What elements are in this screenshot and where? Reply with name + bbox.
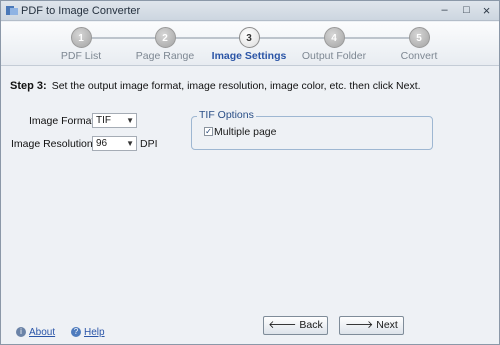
- app-icon: [6, 6, 18, 15]
- window-title: PDF to Image Converter: [21, 5, 141, 17]
- app-window: PDF to Image Converter – □ × 1 PDF List …: [0, 0, 500, 345]
- step-convert: 5 Convert: [379, 27, 459, 62]
- help-link[interactable]: Help: [84, 327, 105, 338]
- step-number-circle: 5: [408, 27, 430, 48]
- chevron-down-icon: ▼: [126, 116, 134, 125]
- help-icon: ?: [71, 327, 81, 337]
- step-label: Convert: [400, 50, 438, 62]
- image-format-value: TIF: [96, 115, 111, 126]
- info-icon: i: [16, 327, 26, 337]
- step-label: Image Settings: [211, 50, 287, 62]
- close-button[interactable]: ×: [480, 4, 493, 17]
- step-label: PDF List: [60, 50, 102, 62]
- step-page-range: 2 Page Range: [125, 27, 205, 62]
- back-label: Back: [299, 319, 323, 331]
- next-button[interactable]: 🡒 Next: [339, 316, 404, 335]
- multiple-page-label[interactable]: Multiple page: [214, 126, 276, 138]
- chevron-down-icon: ▼: [126, 139, 134, 148]
- step-output-folder: 4 Output Folder: [294, 27, 374, 62]
- about-link[interactable]: About: [29, 327, 55, 338]
- image-resolution-select[interactable]: 96 ▼: [92, 136, 137, 151]
- image-format-label: Image Format:: [29, 115, 98, 127]
- maximize-button[interactable]: □: [460, 4, 473, 17]
- minimize-button[interactable]: –: [438, 4, 451, 17]
- tif-options-title: TIF Options: [197, 109, 256, 121]
- step-number-circle: 1: [70, 27, 92, 48]
- image-resolution-label: Image Resolution:: [11, 138, 96, 150]
- instruction-text: Set the output image format, image resol…: [51, 80, 421, 92]
- arrow-right-icon: 🡒: [345, 319, 374, 331]
- next-label: Next: [376, 319, 398, 331]
- dpi-unit-label: DPI: [140, 138, 158, 150]
- step-number-circle: 4: [323, 27, 345, 48]
- step-label: Output Folder: [301, 50, 367, 62]
- step-header: 1 PDF List 2 Page Range 3 Image Settings…: [1, 22, 499, 66]
- step-image-settings: 3 Image Settings: [209, 27, 289, 62]
- multiple-page-checkbox[interactable]: ✓: [204, 127, 213, 136]
- image-format-select[interactable]: TIF ▼: [92, 113, 137, 128]
- back-button[interactable]: 🡐 Back: [263, 316, 328, 335]
- title-bar: PDF to Image Converter – □ ×: [1, 1, 499, 21]
- step-instruction: Step 3: Set the output image format, imag…: [10, 80, 421, 92]
- image-resolution-value: 96: [96, 138, 108, 149]
- step-number-circle: 2: [154, 27, 176, 48]
- step-prefix: Step 3:: [10, 80, 47, 92]
- step-pdf-list: 1 PDF List: [41, 27, 121, 62]
- arrow-left-icon: 🡐: [268, 319, 297, 331]
- step-label: Page Range: [135, 50, 195, 62]
- step-number-circle: 3: [238, 27, 260, 48]
